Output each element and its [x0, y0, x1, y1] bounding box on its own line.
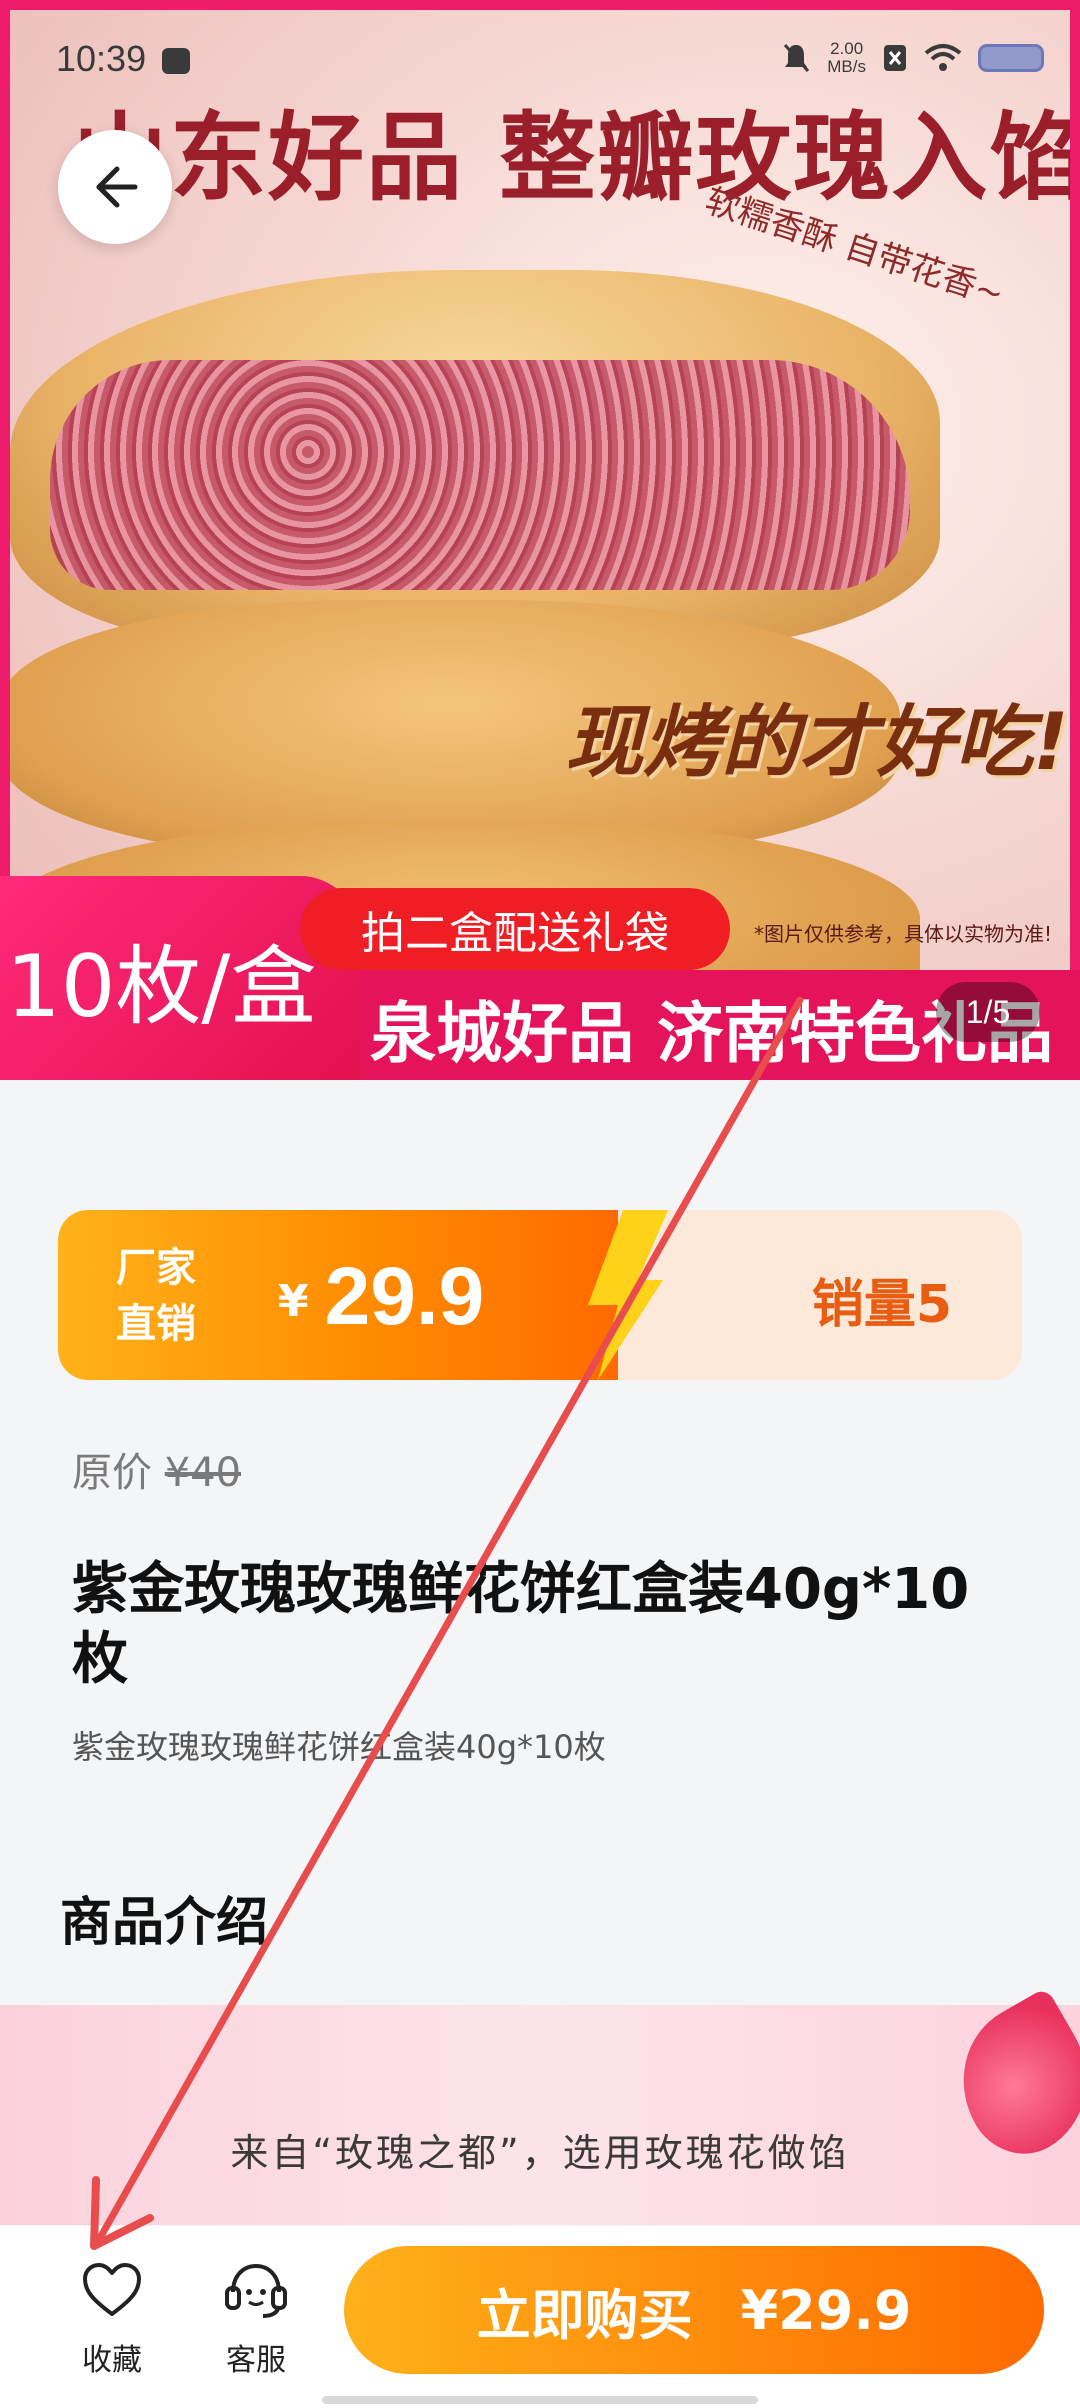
favorite-button[interactable]: 收藏: [52, 2255, 172, 2379]
sales-count: 销量5: [811, 1275, 952, 1335]
section-title-product-intro: 商品介绍: [60, 1893, 269, 1953]
product-intro-image: [0, 2005, 1080, 2225]
product-detail-page: 山东好品 整瓣玫瑰入馅 软糯香酥 自带花香~ 现烤的才好吃! *图片仅供参考，具…: [0, 0, 1080, 2408]
direct-sale-tag: 厂家 直销: [116, 1240, 196, 1352]
wifi-icon: [924, 44, 962, 71]
customer-service-button[interactable]: 客服: [196, 2255, 316, 2379]
original-price: 原价 ¥40: [72, 1440, 241, 1498]
status-icons: 2.00 MB/s: [781, 40, 1044, 76]
buy-now-label: 立即购买: [476, 2283, 693, 2347]
favorite-label: 收藏: [82, 2343, 142, 2378]
network-speed-value: 2.00: [830, 39, 864, 58]
message-notification-icon: [162, 48, 190, 74]
original-price-label: 原价: [72, 1450, 152, 1496]
buy-now-price: ¥29.9: [740, 2278, 912, 2342]
direct-sale-tag-line1: 厂家: [116, 1245, 196, 1291]
original-price-value: ¥40: [164, 1450, 242, 1496]
currency-symbol: ¥: [278, 1276, 309, 1327]
price-amount: 29.9: [324, 1251, 485, 1342]
status-bar: 10:39 2.00 MB/s: [0, 0, 1080, 120]
home-indicator[interactable]: [322, 2396, 758, 2404]
intro-banner-text: 来自“玫瑰之都”，选用玫瑰花做馅: [230, 2131, 850, 2175]
battery-icon: [978, 44, 1044, 72]
back-button[interactable]: [58, 130, 172, 244]
image-counter: 1/5: [936, 982, 1040, 1042]
lightning-icon: [588, 1210, 668, 1380]
heart-icon: [83, 2263, 141, 2316]
direct-sale-tag-line2: 直销: [116, 1301, 196, 1347]
sim-off-icon: [884, 45, 906, 71]
image-disclaimer: *图片仅供参考，具体以实物为准!: [754, 922, 1053, 946]
customer-service-label: 客服: [226, 2343, 286, 2378]
back-arrow-icon: [96, 166, 138, 208]
product-title: 紫金玫瑰玫瑰鲜花饼红盒装40g*10枚: [72, 1557, 970, 1692]
hero-tagline: 现烤的才好吃!: [565, 698, 1069, 788]
rose-filling-image: [50, 360, 910, 590]
current-price: ¥29.9: [278, 1250, 484, 1344]
promo-pill: 拍二盒配送礼袋: [300, 888, 730, 970]
status-time: 10:39: [56, 38, 147, 79]
product-subtitle: 紫金玫瑰玫瑰鲜花饼红盒装40g*10枚: [72, 1728, 606, 1766]
buy-now-button[interactable]: 立即购买 ¥29.9: [344, 2246, 1044, 2374]
price-banner: 厂家 直销 ¥29.9 销量5: [58, 1210, 1022, 1380]
network-speed: 2.00 MB/s: [827, 40, 866, 76]
notification-muted-icon: [784, 44, 810, 72]
network-speed-unit: MB/s: [827, 57, 866, 76]
headset-icon: [225, 2263, 287, 2318]
